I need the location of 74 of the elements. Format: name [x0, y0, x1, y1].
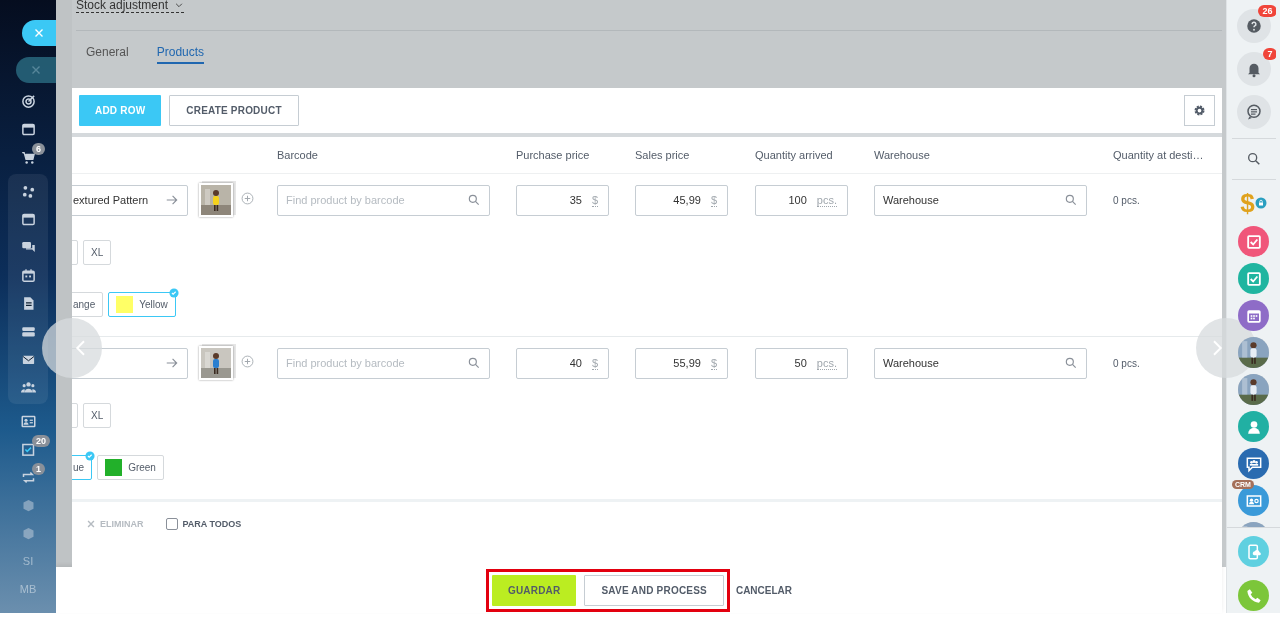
size-option[interactable]: XL	[83, 240, 112, 265]
price-field[interactable]: 45,99 $	[635, 184, 728, 216]
search-icon	[467, 356, 481, 370]
count-badge: 6	[32, 143, 45, 155]
help-button[interactable]	[1236, 9, 1271, 43]
page-title[interactable]: Stock adjustment	[76, 0, 169, 12]
count-badge: 7	[1263, 48, 1276, 60]
search-icon	[467, 193, 481, 207]
column-header: Warehouse	[874, 149, 931, 161]
target-icon[interactable]	[20, 93, 36, 109]
count-badge: 26	[1258, 5, 1276, 17]
count-badge: 1	[32, 463, 45, 475]
group-chat-button[interactable]	[1238, 448, 1269, 479]
product-field[interactable]: extured Pattern	[72, 184, 188, 216]
contact-card-icon[interactable]	[20, 413, 36, 429]
avatar[interactable]	[1238, 337, 1269, 368]
price-field[interactable]: 55,99 $	[635, 347, 728, 379]
task-button[interactable]	[1238, 226, 1269, 257]
quantity-field[interactable]: 50 pcs.	[755, 347, 848, 379]
task-icon[interactable]	[20, 441, 36, 457]
quantity-field[interactable]: 100 pcs.	[755, 184, 848, 216]
search-icon[interactable]	[1245, 151, 1262, 167]
settings-button[interactable]	[1184, 95, 1215, 126]
create-product-button[interactable]: CREATE PRODUCT	[169, 95, 299, 126]
cart-icon[interactable]	[20, 149, 36, 165]
tab[interactable]: Products	[156, 45, 205, 64]
settings-icon	[1192, 103, 1207, 118]
crm-button[interactable]	[1238, 485, 1269, 516]
count-badge: 20	[32, 435, 50, 447]
arrow-right-icon	[165, 356, 179, 370]
quantity-text: 0 pcs.	[1113, 357, 1141, 369]
column-header: Barcode	[277, 149, 319, 161]
quantity-text: 0 pcs.	[1113, 194, 1141, 206]
column-header: Quantity arrived	[755, 149, 834, 161]
warehouse-field[interactable]: Warehouse	[874, 184, 1087, 216]
color-option[interactable]: ange	[72, 292, 104, 317]
price-field[interactable]: 35 $	[516, 184, 609, 216]
chat-icon[interactable]	[20, 239, 36, 255]
messages-button[interactable]	[1236, 95, 1271, 129]
sync-icon[interactable]	[20, 469, 36, 485]
question-icon	[1244, 17, 1263, 35]
save-and-process-button[interactable]: SAVE AND PROCESS	[584, 574, 724, 606]
column-header: Quantity at desti…	[1113, 149, 1205, 161]
chat-list-icon	[1244, 103, 1263, 121]
avatar[interactable]	[1238, 374, 1269, 405]
search-icon	[1064, 356, 1078, 370]
window-icon[interactable]	[20, 121, 36, 137]
price-field[interactable]: 40 $	[516, 347, 609, 379]
warehouse-field[interactable]: Warehouse	[874, 347, 1087, 379]
check-badge-icon	[168, 288, 179, 298]
check-badge-icon	[85, 451, 96, 461]
close-button[interactable]	[22, 20, 56, 46]
person-button[interactable]	[1238, 411, 1269, 442]
size-option[interactable]: XL	[83, 403, 112, 428]
arrow-right-icon	[165, 193, 179, 207]
save-button[interactable]: GUARDAR	[491, 574, 577, 606]
close-icon	[86, 519, 96, 529]
tab[interactable]: General	[86, 45, 129, 64]
chevron-down-icon[interactable]	[174, 0, 185, 10]
bell-button[interactable]	[1236, 52, 1271, 86]
column-header: Sales price	[635, 149, 691, 161]
network-icon[interactable]	[20, 183, 36, 199]
checkbox-label: PARA TODOS	[182, 519, 242, 529]
column-header: Purchase price	[516, 149, 591, 161]
task-button[interactable]	[1238, 263, 1269, 294]
people-icon[interactable]	[20, 379, 36, 395]
checkbox[interactable]	[165, 518, 178, 530]
search-icon	[1064, 193, 1078, 207]
calendar-button[interactable]	[1238, 300, 1269, 331]
calendar-icon[interactable]	[20, 267, 36, 283]
window-icon[interactable]	[20, 211, 36, 227]
cancel-link[interactable]: CANCELAR	[735, 584, 793, 596]
color-option[interactable]: Green	[97, 455, 164, 480]
lock-icon	[1254, 197, 1267, 209]
